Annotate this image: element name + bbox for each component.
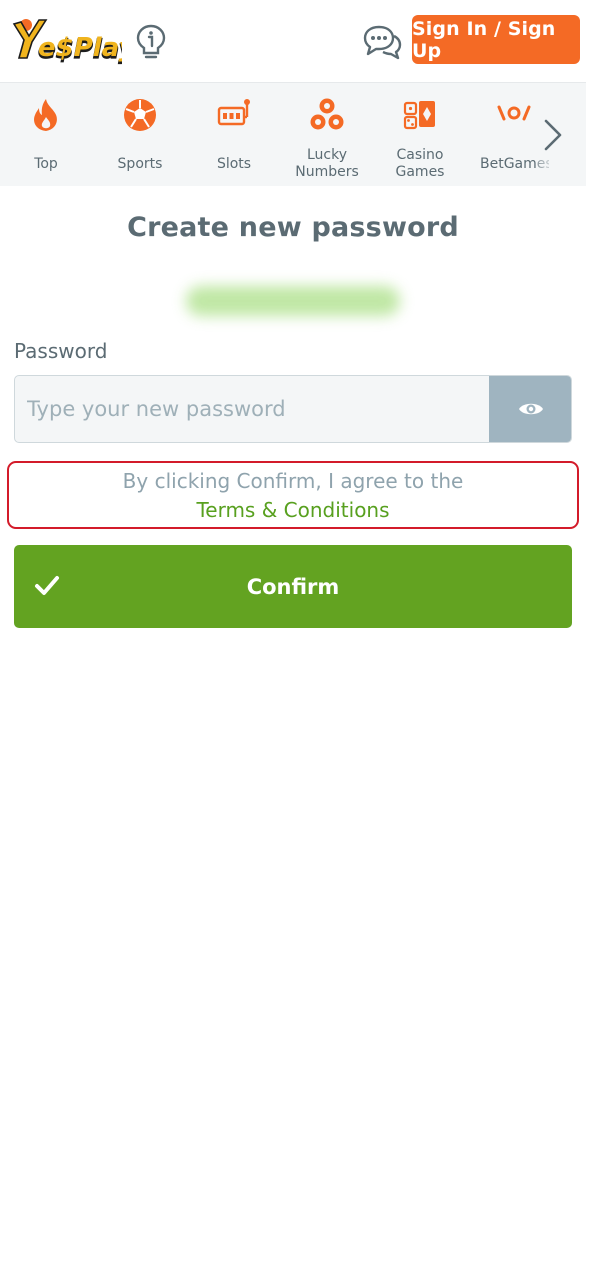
category-slots[interactable]: Slots bbox=[189, 83, 279, 186]
chevron-right-icon bbox=[544, 119, 562, 151]
fire-icon bbox=[34, 99, 57, 131]
show-password-button[interactable] bbox=[489, 376, 571, 442]
password-label: Password bbox=[14, 339, 108, 363]
blurred-phone-number bbox=[186, 286, 400, 316]
eye-icon bbox=[519, 403, 543, 415]
category-label: Slots bbox=[216, 156, 252, 172]
terms-text: By clicking Confirm, I agree to the bbox=[122, 469, 464, 493]
category-scroll-right[interactable] bbox=[536, 83, 586, 186]
category-lucky-numbers[interactable]: Lucky Numbers bbox=[282, 83, 372, 186]
confirm-label: Confirm bbox=[246, 574, 340, 599]
category-label: Casino Games bbox=[395, 147, 445, 180]
confirm-button[interactable]: Confirm bbox=[14, 545, 572, 628]
info-bulb-icon[interactable] bbox=[136, 24, 166, 60]
sign-in-sign-up-button[interactable]: Sign In / Sign Up bbox=[412, 15, 580, 64]
soccer-ball-icon bbox=[124, 99, 156, 131]
category-label: Lucky Numbers bbox=[295, 147, 359, 180]
svg-text:e$Play: e$Play bbox=[38, 33, 122, 63]
terms-notice: By clicking Confirm, I agree to the Term… bbox=[7, 461, 579, 529]
category-nav: Top Sports Slots Lucky Numbers Casino Ga… bbox=[0, 82, 586, 186]
terms-conditions-link[interactable]: Terms & Conditions bbox=[9, 498, 577, 522]
slot-machine-icon bbox=[217, 99, 250, 126]
category-label: Top bbox=[34, 156, 58, 172]
betgames-icon bbox=[497, 105, 531, 121]
dice-cards-icon bbox=[403, 101, 435, 130]
password-input[interactable] bbox=[15, 376, 489, 442]
category-top[interactable]: Top bbox=[1, 83, 91, 186]
password-field-group bbox=[14, 375, 572, 443]
check-icon bbox=[35, 576, 59, 595]
yesplay-logo[interactable]: e$Play e$Play bbox=[12, 14, 122, 68]
category-label: Sports bbox=[117, 156, 163, 172]
chat-icon[interactable] bbox=[362, 24, 402, 60]
page-title: Create new password bbox=[127, 212, 459, 243]
category-sports[interactable]: Sports bbox=[95, 83, 185, 186]
category-casino-games[interactable]: Casino Games bbox=[375, 83, 465, 186]
header: e$Play e$Play Sign In / Sign Up bbox=[0, 0, 590, 82]
lottery-balls-icon bbox=[310, 98, 344, 130]
